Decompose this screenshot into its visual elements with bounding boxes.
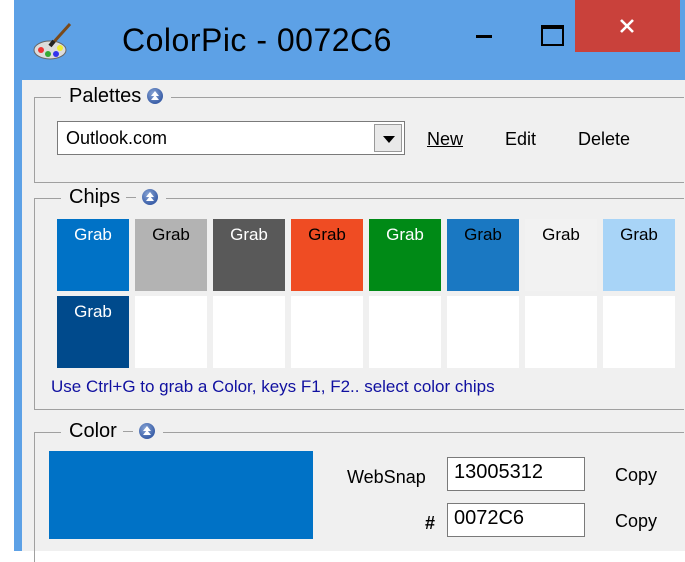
chip-grab-label: Grab [230, 225, 268, 244]
chip-grab-label: Grab [74, 225, 112, 244]
color-chip-14[interactable] [447, 296, 519, 368]
hex-label: # [425, 513, 436, 533]
palette-select-value: Outlook.com [66, 128, 168, 148]
color-chip-10[interactable] [135, 296, 207, 368]
color-chip-3[interactable]: Grab [213, 219, 285, 291]
close-button[interactable] [575, 0, 680, 52]
palettes-group-label: Palettes [69, 84, 142, 107]
collapse-up-icon[interactable] [147, 88, 164, 104]
collapse-up-icon[interactable] [142, 189, 159, 205]
collapse-up-icon[interactable] [138, 423, 155, 439]
edit-palette-label: Edit [505, 129, 537, 149]
chip-grab-label: Grab [464, 225, 502, 244]
color-chip-15[interactable] [525, 296, 597, 368]
chip-grab-label: Grab [620, 225, 658, 244]
copy-websnap-button[interactable]: Copy [615, 465, 657, 486]
color-chip-1[interactable]: Grab [57, 219, 129, 291]
minimize-button[interactable] [454, 14, 514, 54]
new-palette-label: New [427, 129, 464, 149]
palette-select[interactable]: Outlook.com [57, 121, 405, 155]
color-group: Color WebSnap 13005312 Copy # 0072C6 Cop… [34, 420, 684, 562]
color-chip-4[interactable]: Grab [291, 219, 363, 291]
copy-hex-button[interactable]: Copy [615, 511, 657, 532]
current-color-swatch [49, 451, 313, 539]
chip-grab-label: Grab [542, 225, 580, 244]
color-chip-2[interactable]: Grab [135, 219, 207, 291]
color-chip-5[interactable]: Grab [369, 219, 441, 291]
chips-group: Chips Grab Grab Grab Grab Grab Grab Grab… [34, 186, 684, 410]
window-title: ColorPic - 0072C6 [122, 22, 392, 58]
color-palette-brush-icon [33, 22, 72, 60]
edit-palette-button[interactable]: Edit [505, 129, 536, 150]
websnap-label: WebSnap [347, 467, 426, 487]
color-group-label: Color [69, 419, 117, 442]
chip-grab-label: Grab [74, 302, 112, 321]
chip-grab-label: Grab [152, 225, 190, 244]
color-chip-13[interactable] [369, 296, 441, 368]
chevron-down-icon[interactable] [374, 124, 402, 152]
chip-grab-label: Grab [308, 225, 346, 244]
color-chip-9[interactable]: Grab [57, 296, 129, 368]
client-area: Palettes Outlook.com New Edit Delete Chi… [22, 80, 685, 562]
close-icon [620, 19, 634, 33]
websnap-field[interactable]: 13005312 [447, 457, 585, 491]
colorpic-window: ColorPic - 0072C6 Palettes Outlook.com N… [14, 0, 685, 562]
chips-hint-text: Use Ctrl+G to grab a Color, keys F1, F2.… [51, 377, 495, 396]
color-chip-16[interactable] [603, 296, 675, 368]
delete-palette-label: Delete [578, 129, 631, 149]
chips-group-label: Chips [69, 185, 121, 208]
color-chip-8[interactable]: Grab [603, 219, 675, 291]
chip-grab-label: Grab [386, 225, 424, 244]
maximize-button[interactable] [520, 14, 580, 54]
delete-palette-button[interactable]: Delete [578, 129, 630, 150]
color-chip-11[interactable] [213, 296, 285, 368]
color-chip-7[interactable]: Grab [525, 219, 597, 291]
new-palette-button[interactable]: New [427, 129, 463, 150]
color-chip-12[interactable] [291, 296, 363, 368]
hex-field[interactable]: 0072C6 [447, 503, 585, 537]
title-bar[interactable]: ColorPic - 0072C6 [14, 0, 685, 80]
palettes-group: Palettes Outlook.com New Edit Delete [34, 85, 684, 183]
color-chip-6[interactable]: Grab [447, 219, 519, 291]
